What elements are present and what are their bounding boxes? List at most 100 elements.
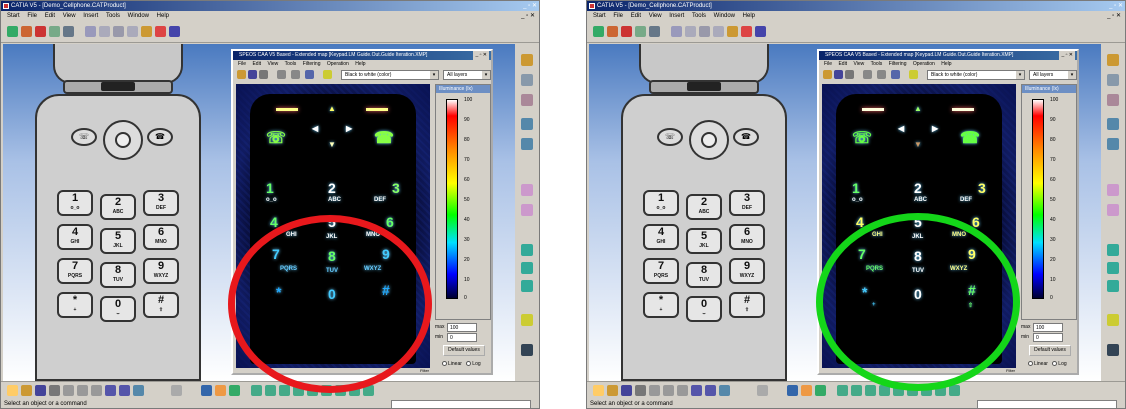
tree-icon[interactable] — [229, 385, 240, 396]
simulation-icon[interactable] — [649, 26, 660, 37]
formula-icon[interactable] — [171, 385, 182, 396]
paste-icon[interactable] — [91, 385, 102, 396]
speos-window-controls[interactable]: _ ▫ ✕ — [473, 51, 489, 60]
tool-icon[interactable] — [1107, 94, 1119, 106]
menu-file[interactable]: File — [27, 11, 37, 21]
max-input[interactable]: 100 — [447, 323, 477, 332]
fit-all-icon[interactable] — [251, 385, 262, 396]
tool-icon[interactable] — [521, 280, 533, 292]
menu-view[interactable]: View — [63, 11, 76, 21]
illuminance-map[interactable]: ▲ ◀ ▶ ▼ ☏ ☎ 1 2 3 o_o ABC DEF 4 5 6 GHI … — [822, 84, 1016, 368]
mdi-controls[interactable]: _ ▫ ✕ — [521, 11, 535, 21]
surface-icon[interactable] — [671, 26, 682, 37]
tool-icon[interactable] — [1107, 118, 1119, 130]
menu-edit[interactable]: Edit — [631, 11, 641, 21]
menu-insert[interactable]: Insert — [669, 11, 684, 21]
optical-icon[interactable] — [113, 26, 124, 37]
menu-file[interactable]: File — [613, 11, 623, 21]
hide-show-icon[interactable] — [363, 385, 374, 396]
views-icon[interactable] — [335, 385, 346, 396]
tool-icon[interactable] — [521, 184, 533, 196]
zoom-in-icon[interactable] — [293, 385, 304, 396]
log-radio[interactable] — [1052, 361, 1058, 367]
tool-icon[interactable] — [1107, 344, 1119, 356]
layers-select[interactable]: All layers ▾ — [443, 70, 491, 80]
open-icon[interactable] — [21, 385, 32, 396]
speos-menu-operation[interactable]: Operation — [913, 61, 935, 67]
linear-radio[interactable] — [1028, 361, 1033, 367]
optical-icon[interactable] — [699, 26, 710, 37]
tool-icon[interactable] — [521, 204, 533, 216]
select-icon[interactable] — [215, 385, 226, 396]
paste-icon[interactable] — [677, 385, 688, 396]
speos-extended-map-window[interactable]: SPEOS CAA V5 Based - Extended map [Keypa… — [231, 49, 493, 375]
open-icon[interactable] — [823, 70, 832, 79]
tool-icon[interactable] — [521, 54, 533, 66]
menu-start[interactable]: Start — [7, 11, 20, 21]
zoom-out-icon[interactable] — [893, 385, 904, 396]
speos-menu-file[interactable]: File — [238, 61, 246, 67]
colormap-select[interactable]: Black to white (color) ▾ — [341, 70, 439, 80]
min-input[interactable]: 0 — [1033, 333, 1063, 342]
speos-menu-tools[interactable]: Tools — [285, 61, 297, 67]
save-icon[interactable] — [621, 385, 632, 396]
save-icon[interactable] — [35, 385, 46, 396]
save-icon[interactable] — [248, 70, 257, 79]
tool-icon[interactable] — [1107, 262, 1119, 274]
zoom-out-icon[interactable] — [307, 385, 318, 396]
menu-insert[interactable]: Insert — [83, 11, 98, 21]
speos-menu-filtering[interactable]: Filtering — [303, 61, 321, 67]
normal-view-icon[interactable] — [907, 385, 918, 396]
analysis-icon[interactable] — [21, 26, 32, 37]
layers-select[interactable]: All layers ▾ — [1029, 70, 1077, 80]
speos-extended-map-window[interactable]: SPEOS CAA V5 Based - Extended map [Keypa… — [817, 49, 1079, 375]
print-icon[interactable] — [49, 385, 60, 396]
3d-viewport[interactable]: ☏ ☎ 1 o_o 2 ABC 3 DEF 4 GHI 5 JKL 6 MNO 7 PQRS … — [589, 44, 1101, 381]
menu-edit[interactable]: Edit — [45, 11, 55, 21]
tool-icon[interactable] — [1107, 244, 1119, 256]
open-icon[interactable] — [237, 70, 246, 79]
normal-view-icon[interactable] — [321, 385, 332, 396]
tool-icon[interactable] — [1107, 204, 1119, 216]
mdi-controls[interactable]: _ ▫ ✕ — [1107, 11, 1121, 21]
cut-icon[interactable] — [63, 385, 74, 396]
tool-icon[interactable] — [521, 138, 533, 150]
material-icon[interactable] — [685, 26, 696, 37]
tool-icon[interactable] — [1107, 74, 1119, 86]
rotate-icon[interactable] — [279, 385, 290, 396]
views-icon[interactable] — [921, 385, 932, 396]
menu-help[interactable]: Help — [743, 11, 755, 21]
copy-icon[interactable] — [77, 385, 88, 396]
pan-icon[interactable] — [265, 385, 276, 396]
tool-icon[interactable] — [1107, 280, 1119, 292]
window-controls[interactable]: _ ▫ ✕ — [1109, 2, 1123, 9]
linear-radio[interactable] — [442, 361, 447, 367]
speos-window-controls[interactable]: _ ▫ ✕ — [1059, 51, 1075, 60]
undo-icon[interactable] — [105, 385, 116, 396]
command-input[interactable] — [391, 400, 531, 408]
surface-view-icon[interactable] — [305, 70, 314, 79]
undo-icon[interactable] — [691, 385, 702, 396]
grid-icon[interactable] — [877, 70, 886, 79]
window-controls[interactable]: _ ▫ ✕ — [523, 2, 537, 9]
analysis-icon[interactable] — [607, 26, 618, 37]
color-map-icon[interactable] — [155, 26, 166, 37]
default-values-button[interactable]: Default values — [443, 345, 485, 356]
tool-icon[interactable] — [1107, 314, 1119, 326]
speos-menu-tools[interactable]: Tools — [871, 61, 883, 67]
cut-icon[interactable] — [649, 385, 660, 396]
tool-icon[interactable] — [521, 74, 533, 86]
tool-icon[interactable] — [1107, 54, 1119, 66]
color-map-icon[interactable] — [741, 26, 752, 37]
bulb-icon[interactable] — [323, 70, 332, 79]
tool-icon[interactable] — [521, 314, 533, 326]
hide-show-icon[interactable] — [949, 385, 960, 396]
light-guide-icon[interactable] — [127, 26, 138, 37]
simulation-icon[interactable] — [63, 26, 74, 37]
speos-menu-filtering[interactable]: Filtering — [889, 61, 907, 67]
print-icon[interactable] — [635, 385, 646, 396]
export-icon[interactable] — [169, 26, 180, 37]
max-input[interactable]: 100 — [1033, 323, 1063, 332]
surface-view-icon[interactable] — [891, 70, 900, 79]
sensor-icon[interactable] — [635, 26, 646, 37]
